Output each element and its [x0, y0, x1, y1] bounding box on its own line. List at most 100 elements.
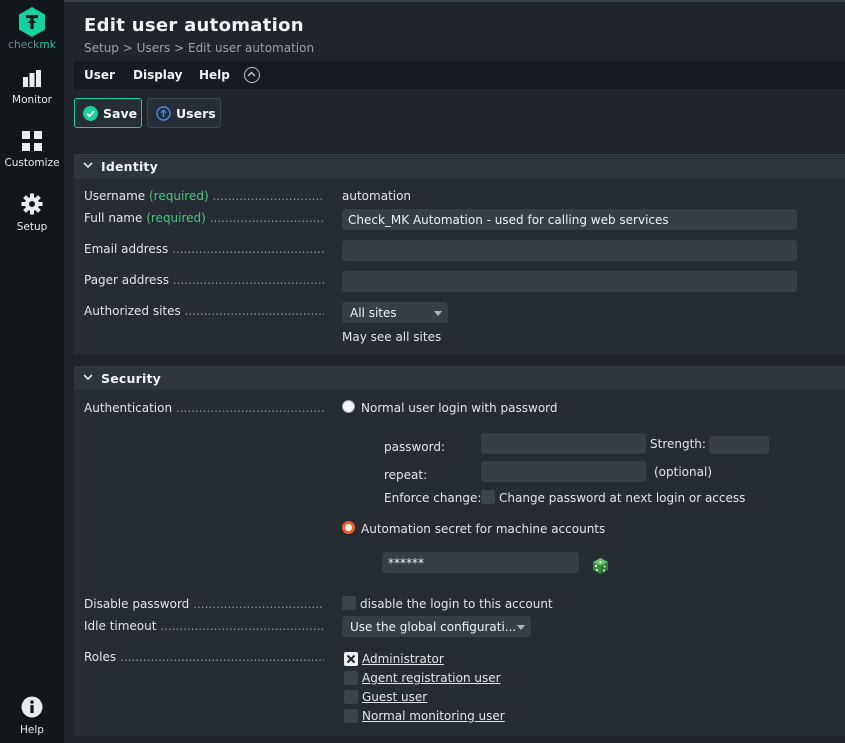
- optional-label: (optional): [654, 465, 712, 479]
- customize-icon: [22, 131, 42, 151]
- menu-help[interactable]: Help: [199, 68, 230, 82]
- sidebar-item-monitor[interactable]: Monitor: [0, 70, 64, 106]
- monitor-icon: [23, 70, 41, 87]
- role-agent-registration-checkbox[interactable]: [344, 671, 358, 685]
- strength-label: Strength:: [650, 437, 706, 451]
- repeat-label: repeat:: [384, 468, 428, 482]
- pager-label: Pager address ..........................…: [84, 273, 324, 287]
- breadcrumb: Setup > Users > Edit user automation: [84, 41, 314, 55]
- pager-input[interactable]: [342, 271, 797, 292]
- auth-password-radio[interactable]: [342, 400, 355, 413]
- sidebar-item-label: Customize: [4, 157, 60, 169]
- disable-login-text: disable the login to this account: [360, 597, 553, 611]
- logo-text-prefix: check: [8, 39, 40, 51]
- check-x-icon: [346, 654, 356, 664]
- role-normal-monitoring[interactable]: Normal monitoring user: [362, 709, 505, 723]
- sidebar-item-setup[interactable]: Setup: [0, 193, 64, 233]
- email-input[interactable]: [342, 240, 797, 261]
- checkmk-logo-icon: [19, 7, 45, 37]
- sidebar: checkmk Monitor Customize Setup Help: [0, 0, 64, 743]
- breadcrumb-separator: >: [122, 41, 133, 55]
- role-normal-monitoring-checkbox[interactable]: [344, 709, 358, 723]
- logo-text-suffix: mk: [39, 39, 56, 51]
- role-guest-checkbox[interactable]: [344, 690, 358, 704]
- chevron-down-icon: [83, 162, 93, 169]
- role-administrator-checkbox[interactable]: [344, 652, 358, 666]
- info-icon: [21, 696, 43, 718]
- sidebar-item-label: Monitor: [12, 94, 52, 106]
- security-section-header[interactable]: Security: [74, 366, 845, 390]
- role-guest[interactable]: Guest user: [362, 690, 427, 704]
- strength-meter: [709, 436, 769, 454]
- chevron-down-icon: [83, 374, 93, 381]
- disable-password-label: Disable password .......................…: [84, 597, 324, 611]
- identity-section-title: Identity: [101, 159, 158, 174]
- random-dice-icon[interactable]: [592, 557, 609, 575]
- idle-timeout-label: Idle timeout ...........................…: [84, 619, 324, 633]
- role-agent-registration[interactable]: Agent registration user: [362, 671, 501, 685]
- pager-label-text: Pager address: [84, 273, 169, 287]
- username-label-text: Username: [84, 189, 146, 203]
- password-input[interactable]: [481, 433, 646, 454]
- idle-timeout-select[interactable]: Use the global configurati...: [342, 616, 531, 637]
- email-label-text: Email address: [84, 242, 169, 256]
- save-button-label: Save: [103, 106, 138, 121]
- enforce-change-text: Change password at next login or access: [499, 491, 746, 505]
- authorized-sites-select[interactable]: All sites: [342, 302, 448, 323]
- top-divider: [64, 0, 845, 2]
- menu-display[interactable]: Display: [133, 68, 182, 82]
- idle-timeout-value: Use the global configurati...: [350, 620, 517, 634]
- sites-label: Authorized sites .......................…: [84, 304, 324, 318]
- sidebar-item-help[interactable]: Help: [0, 696, 64, 736]
- gear-icon: [21, 193, 43, 215]
- security-section-title: Security: [101, 371, 161, 386]
- identity-section-header[interactable]: Identity: [74, 154, 845, 178]
- enforce-change-checkbox[interactable]: [481, 490, 495, 504]
- label-dots: ..............................: [209, 211, 324, 225]
- username-value: automation: [342, 189, 412, 203]
- auth-password-option: Normal user login with password: [361, 401, 558, 415]
- back-arrow-up-icon: [156, 106, 171, 121]
- caret-down-icon: [434, 311, 442, 316]
- password-label: password:: [384, 440, 446, 454]
- automation-secret-input[interactable]: ******: [382, 552, 579, 573]
- roles-label-text: Roles: [84, 650, 117, 664]
- repeat-password-input[interactable]: [481, 461, 646, 482]
- collapse-menu-button[interactable]: [244, 67, 260, 83]
- fullname-input[interactable]: Check_MK Automation - used for calling w…: [342, 209, 797, 230]
- menu-user[interactable]: User: [84, 68, 115, 82]
- required-marker: (required): [149, 189, 209, 203]
- identity-section: Identity Username (required) ...........…: [74, 154, 845, 354]
- users-button[interactable]: Users: [147, 98, 221, 128]
- sidebar-item-customize[interactable]: Customize: [0, 131, 64, 169]
- email-label: Email address ..........................…: [84, 242, 324, 256]
- sites-label-text: Authorized sites: [84, 304, 181, 318]
- label-dots: ........................................…: [160, 619, 324, 633]
- enforce-change-label: Enforce change:: [384, 491, 482, 505]
- fullname-label: Full name (required) ...................…: [84, 211, 324, 225]
- breadcrumb-separator: >: [174, 41, 185, 55]
- breadcrumb-users[interactable]: Users: [137, 41, 171, 55]
- label-dots: ........................................…: [193, 597, 324, 611]
- security-section: Security Authentication ................…: [74, 366, 845, 736]
- label-dots: ........................................…: [172, 242, 324, 256]
- authentication-label: Authentication .........................…: [84, 401, 324, 415]
- logo-text: checkmk: [0, 39, 64, 51]
- users-button-label: Users: [176, 106, 216, 121]
- label-dots: ........................................…: [172, 273, 324, 287]
- page-menu-bar: User Display Help: [74, 61, 845, 89]
- auth-secret-radio[interactable]: [342, 521, 355, 534]
- checkmk-logo[interactable]: checkmk: [0, 6, 64, 51]
- label-dots: ..............................: [212, 189, 324, 203]
- idle-timeout-label-text: Idle timeout: [84, 619, 157, 633]
- role-administrator[interactable]: Administrator: [362, 652, 444, 666]
- disable-password-label-text: Disable password: [84, 597, 190, 611]
- breadcrumb-current: Edit user automation: [187, 41, 315, 55]
- caret-down-icon: [517, 625, 525, 630]
- breadcrumb-setup[interactable]: Setup: [84, 41, 119, 55]
- label-dots: ........................................…: [184, 304, 324, 318]
- disable-login-checkbox[interactable]: [342, 596, 356, 610]
- auth-secret-option: Automation secret for machine accounts: [361, 522, 606, 536]
- roles-label: Roles ..................................…: [84, 650, 324, 664]
- save-button[interactable]: Save: [74, 98, 142, 128]
